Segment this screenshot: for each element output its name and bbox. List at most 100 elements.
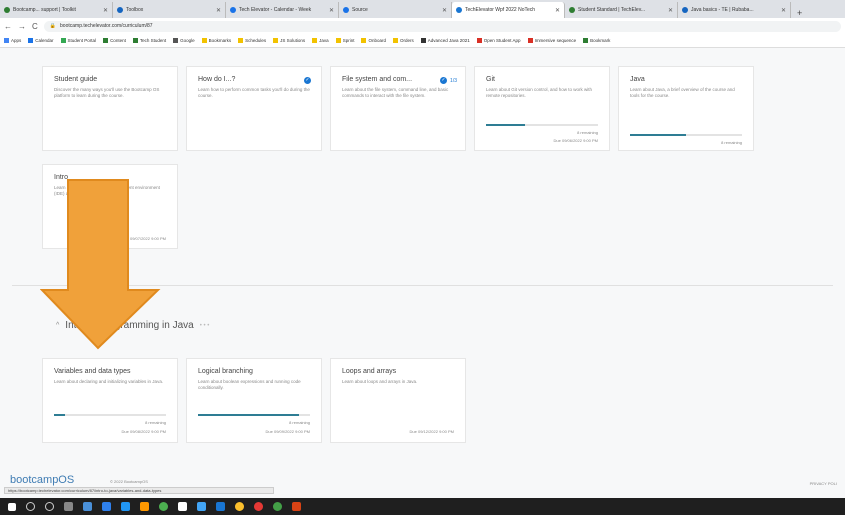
chrome-icon[interactable]: [235, 502, 244, 511]
close-icon[interactable]: ✕: [781, 7, 786, 14]
bookmark-item[interactable]: Sprint: [335, 37, 355, 44]
due-date: Due 09/08/2022 9:00 PM: [121, 429, 166, 434]
browser-tab[interactable]: Student Standard | TechElev... ✕: [565, 2, 678, 18]
app-icon[interactable]: [254, 502, 263, 511]
folder-icon: [312, 38, 318, 44]
app-icon[interactable]: [292, 502, 301, 511]
browser-tab-active[interactable]: TechElevator Wpf 2022 NoTech ✕: [452, 2, 565, 18]
folder-icon: [335, 38, 341, 44]
bookmark-item[interactable]: Open Student App: [476, 38, 521, 44]
tab-label: TechElevator Wpf 2022 NoTech: [465, 7, 536, 13]
vscode-icon[interactable]: [102, 502, 111, 511]
task-view-icon[interactable]: [64, 502, 73, 511]
app-icon[interactable]: [159, 502, 168, 511]
more-icon[interactable]: • • •: [200, 323, 210, 329]
module-card[interactable]: Loops and arrays Learn about loops and a…: [330, 358, 466, 443]
tab-label: Source: [352, 7, 368, 13]
close-icon[interactable]: ✕: [103, 7, 108, 14]
browser-tab[interactable]: Java basics - TE | Rubaba... ✕: [678, 2, 791, 18]
bookmark-item[interactable]: Tech Student: [132, 37, 167, 44]
card-description: Learn about declaring and initializing v…: [54, 379, 164, 384]
bookmark-item[interactable]: Advanced Java 2021: [420, 38, 470, 44]
close-icon[interactable]: ✕: [442, 7, 447, 14]
due-date: Due 09/12/2022 9:00 PM: [409, 429, 454, 434]
browser-tab[interactable]: Source ✕: [339, 2, 452, 18]
bookmark-item[interactable]: Bookmarks: [201, 38, 231, 44]
footer-copyright: © 2022 BootcampOS: [110, 479, 148, 484]
card-description: Learn about boolean expressions and runn…: [198, 379, 301, 390]
url-input[interactable]: 🔒 bootcamp.techelevator.com/curriculum/8…: [43, 20, 841, 32]
forward-icon[interactable]: →: [18, 22, 26, 31]
app-icon[interactable]: [216, 502, 225, 511]
file-explorer-icon[interactable]: [178, 502, 187, 511]
module-card[interactable]: Java Learn about Java, a brief overview …: [618, 66, 754, 151]
mail-icon[interactable]: [83, 502, 92, 511]
close-icon[interactable]: ✕: [329, 7, 334, 14]
app-icon[interactable]: [140, 502, 149, 511]
tab-favicon-icon: [569, 7, 575, 13]
new-tab-button[interactable]: +: [791, 8, 808, 18]
start-icon[interactable]: [8, 502, 16, 511]
bookmark-item[interactable]: Content: [103, 37, 126, 44]
bookmark-item[interactable]: Calendar: [28, 37, 54, 44]
close-icon[interactable]: ✕: [216, 7, 221, 14]
browser-tab[interactable]: Tech Elevator - Calendar - Week ✕: [226, 2, 339, 18]
card-title: Logical branching: [198, 368, 253, 375]
bookmark-icon: [420, 38, 426, 44]
bookmark-item[interactable]: Bookmark: [583, 38, 610, 44]
bookmark-label: Tech Student: [139, 37, 167, 43]
apps-icon: [4, 38, 9, 44]
module-card[interactable]: How do I...? Learn how to perform common…: [186, 66, 322, 151]
close-icon[interactable]: ✕: [555, 7, 560, 14]
footer-logo[interactable]: bootcampOS: [10, 474, 74, 486]
bookmark-label: Sprint: [342, 37, 355, 43]
progress-badge: 1/3: [450, 78, 457, 84]
bookmark-item[interactable]: Student Portal: [60, 38, 96, 44]
search-icon[interactable]: [26, 502, 35, 511]
card-title: How do I...?: [198, 76, 236, 83]
bookmark-item[interactable]: Immersive sequence: [527, 38, 576, 44]
annotation-arrow-icon: [40, 179, 161, 350]
app-icon[interactable]: [121, 502, 130, 511]
bookmark-label: Orders: [399, 37, 414, 43]
module-card[interactable]: Git Learn about Git version control, and…: [474, 66, 610, 151]
reload-icon[interactable]: C: [32, 22, 38, 31]
bookmark-item[interactable]: Google: [173, 38, 195, 44]
tab-favicon-icon: [343, 7, 349, 13]
bookmark-item[interactable]: Orders: [392, 37, 414, 44]
cortana-icon[interactable]: [45, 502, 54, 511]
module-card[interactable]: File system and com... Learn about the f…: [330, 66, 466, 151]
tab-label: Student Standard | TechElev...: [578, 7, 645, 13]
card-description: Learn how to perform common tasks you'll…: [198, 87, 310, 98]
bookmark-item[interactable]: Onboard: [361, 38, 386, 44]
progress-fill: [630, 134, 686, 136]
card-description: Learn about the file system, command lin…: [342, 87, 449, 98]
module-card[interactable]: Logical branching Learn about boolean ex…: [186, 358, 322, 443]
module-card[interactable]: Student guide Discover the many ways you…: [42, 66, 178, 151]
folder-icon: [361, 38, 367, 44]
completed-check-icon: ✓: [440, 77, 447, 84]
browser-tab[interactable]: Toolbox ✕: [113, 2, 226, 18]
folder-icon: [238, 38, 244, 44]
card-description: Discover the many ways you'll use the Bo…: [54, 87, 160, 98]
tab-label: Toolbox: [126, 7, 144, 13]
remaining-count: 8 remaining: [289, 420, 310, 425]
bookmark-item[interactable]: JS Solutions: [273, 38, 305, 44]
privacy-policy-link[interactable]: PRIVACY POLI: [810, 481, 837, 486]
tab-favicon-icon: [456, 7, 462, 13]
calendar-icon: [28, 38, 34, 44]
bookmark-item[interactable]: Schedules: [238, 38, 266, 44]
card-title: Git: [486, 76, 495, 83]
app-icon[interactable]: [273, 502, 282, 511]
module-card[interactable]: Variables and data types Learn about dec…: [42, 358, 178, 443]
browser-tab[interactable]: Bootcamp... support | Toolkit ✕: [0, 2, 113, 18]
url-text: bootcamp.techelevator.com/curriculum/87: [60, 23, 153, 29]
bookmark-item[interactable]: Java: [312, 38, 329, 44]
bookmark-item[interactable]: Apps: [4, 38, 21, 44]
close-icon[interactable]: ✕: [668, 7, 673, 14]
bookmark-label: Calendar: [35, 37, 54, 43]
folder-icon: [273, 38, 279, 44]
app-icon[interactable]: [197, 502, 206, 511]
back-icon[interactable]: ←: [4, 22, 12, 31]
bookmark-label: Content: [110, 37, 126, 43]
